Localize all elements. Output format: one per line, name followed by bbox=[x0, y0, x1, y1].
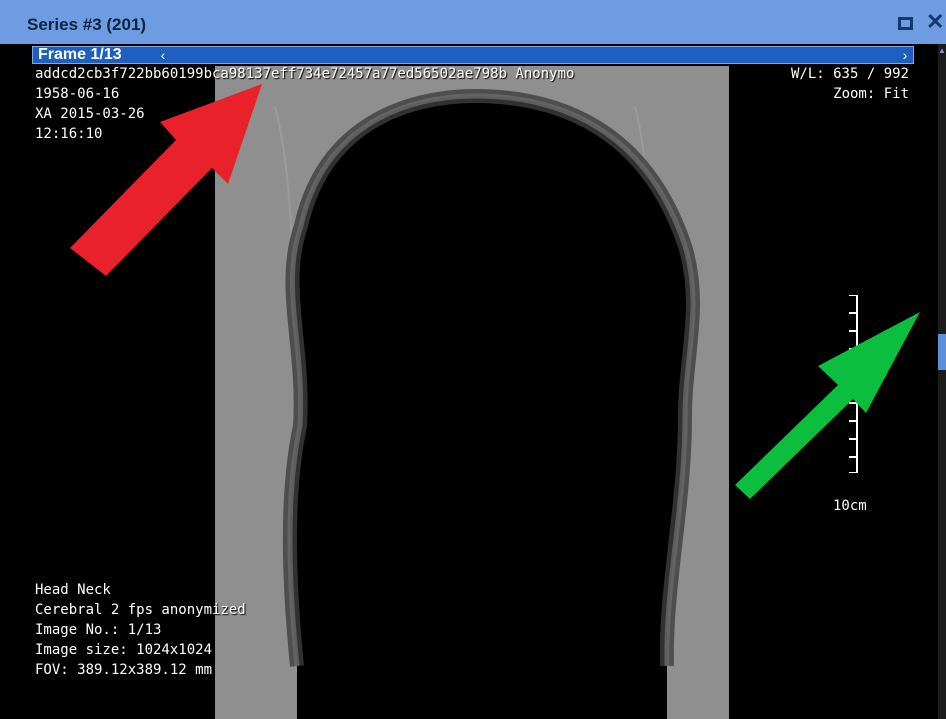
chevron-left-icon[interactable]: ‹ bbox=[156, 46, 170, 64]
image-viewport[interactable]: addcd2cb3f722bb60199bca98137eff734e72457… bbox=[0, 66, 938, 719]
annotation-arrows bbox=[70, 84, 920, 499]
chevron-right-icon[interactable]: › bbox=[898, 46, 912, 64]
scrollbar-thumb[interactable] bbox=[938, 334, 946, 370]
frame-label: Frame 1/13 bbox=[38, 46, 122, 63]
vertical-scrollbar[interactable] bbox=[938, 44, 946, 719]
scroll-up-icon[interactable]: ▲ bbox=[938, 47, 946, 55]
red-arrow bbox=[70, 84, 262, 276]
close-icon[interactable]: ✕ bbox=[926, 11, 944, 33]
green-arrow bbox=[735, 312, 920, 499]
window-title: Series #3 (201) bbox=[27, 15, 147, 34]
maximize-icon[interactable] bbox=[898, 17, 913, 30]
